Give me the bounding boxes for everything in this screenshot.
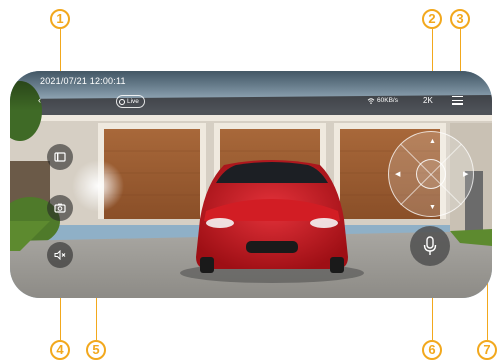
fullscreen-button[interactable] [47,144,73,170]
callout-6: 6 [422,340,442,360]
microphone-icon [423,236,437,255]
network-speed-value: 60KB/s [377,97,398,104]
video-quality-toggle[interactable]: 2K [423,96,433,105]
callout-3: 3 [450,9,470,29]
live-dot-icon [119,98,125,105]
ptz-center-button[interactable] [416,159,446,189]
network-speed: 60KB/s [367,97,398,104]
callout-1: 1 [50,9,70,29]
live-view-screen: 2021/07/21 12:00:11 ‹ Live 60KB/s 2K ▲ ▼… [10,71,492,298]
wifi-icon [367,97,375,104]
live-label: Live [127,98,139,105]
callout-2: 2 [422,9,442,29]
menu-icon[interactable] [452,96,463,105]
speaker-mute-icon [54,250,66,260]
timestamp: 2021/07/21 12:00:11 [40,76,126,86]
snapshot-button[interactable] [47,195,73,221]
back-arrow-icon[interactable]: ‹ [38,95,41,105]
callout-7: 7 [477,340,497,360]
mute-button[interactable] [47,242,73,268]
live-indicator: Live [116,95,145,108]
pan-right-icon[interactable]: ▶ [463,171,468,179]
pan-down-icon[interactable]: ▼ [429,204,436,212]
callout-4: 4 [50,340,70,360]
ptz-direction-pad[interactable]: ▲ ▼ ◀ ▶ [388,131,474,217]
pan-up-icon[interactable]: ▲ [429,138,436,146]
pan-left-icon[interactable]: ◀ [395,171,400,179]
talk-button[interactable] [410,226,450,266]
camera-icon [54,203,66,213]
callout-5: 5 [86,340,106,360]
fullscreen-icon [54,152,66,162]
